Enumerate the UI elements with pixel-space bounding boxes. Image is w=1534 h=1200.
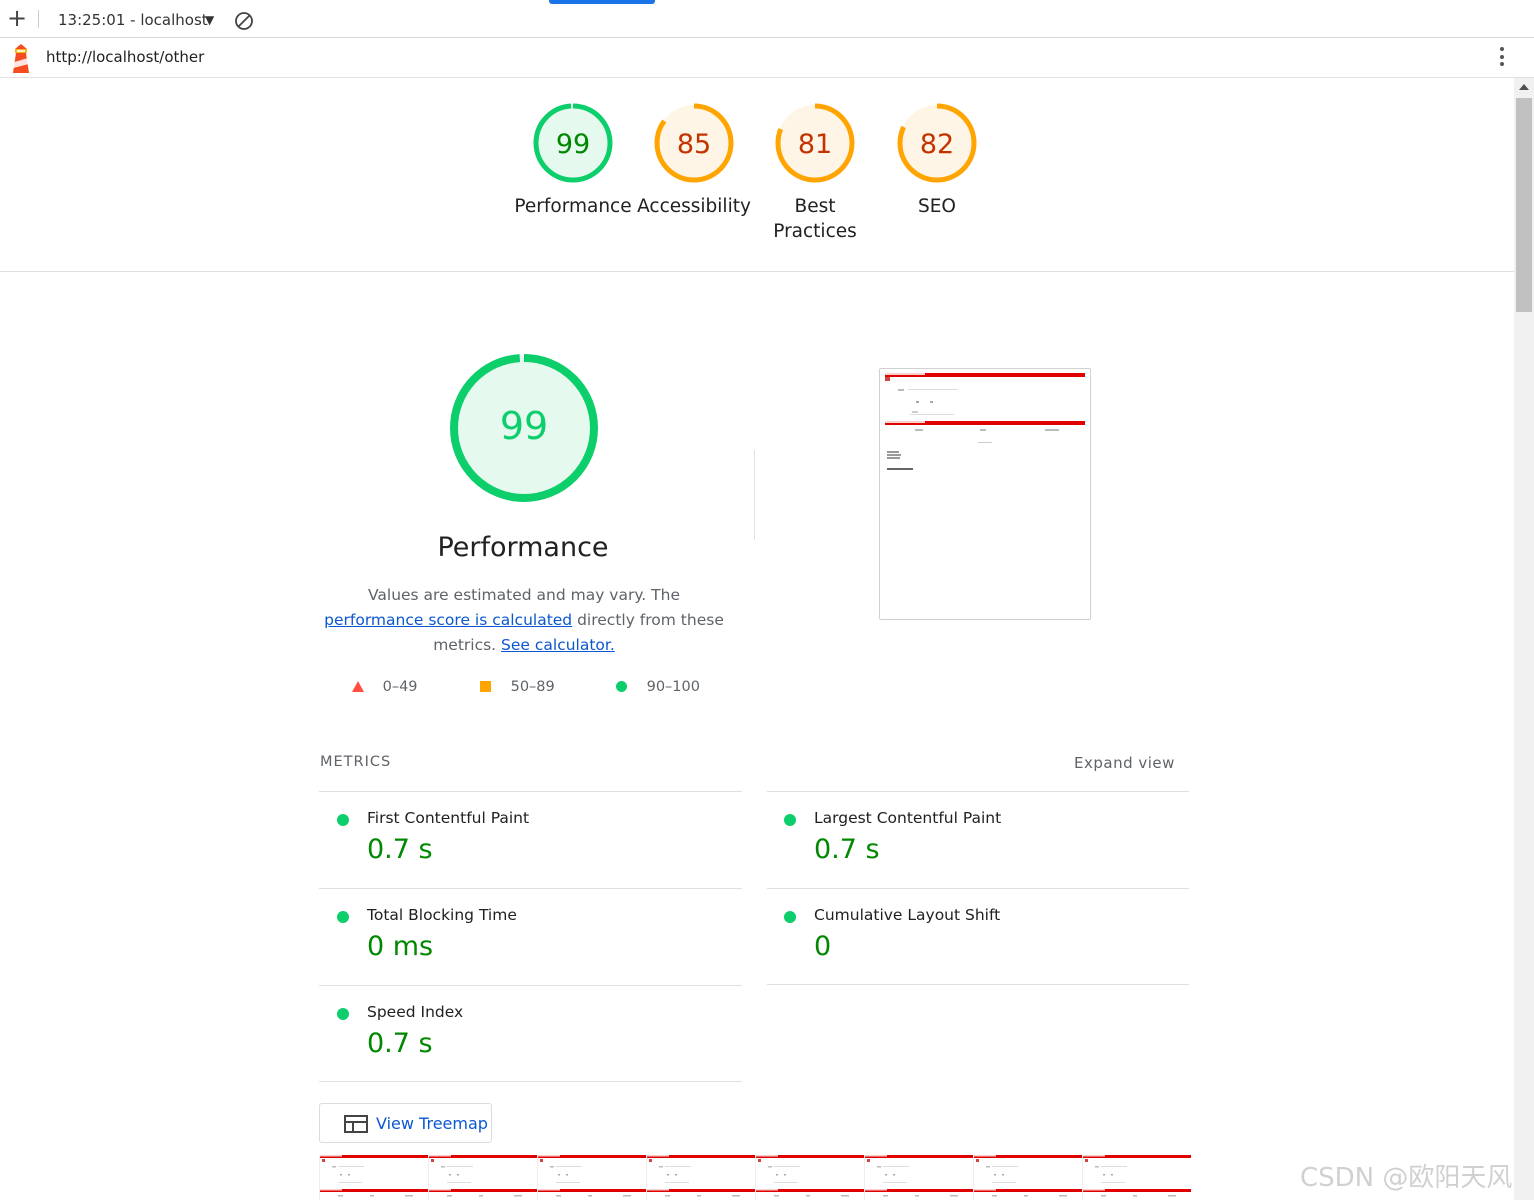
- gauge-seo-ring: 82: [897, 103, 977, 183]
- gauge-accessibility-ring: 85: [654, 103, 734, 183]
- devtools-toolbar: + 13:25:01 - localhost ▼: [0, 0, 1534, 38]
- gauge-score: 81: [798, 129, 832, 160]
- filmstrip-frame: [1082, 1155, 1191, 1200]
- vertical-divider: [754, 450, 755, 540]
- lighthouse-logo-icon: [10, 43, 32, 77]
- gauge-accessibility[interactable]: 85 Accessibility: [634, 102, 754, 219]
- gauge-label: Accessibility: [637, 196, 751, 217]
- filmstrip-frame: [646, 1155, 755, 1200]
- expand-view-toggle[interactable]: Expand view: [1074, 754, 1175, 772]
- performance-gauge-large: 99: [447, 351, 601, 509]
- pass-dot-icon: [784, 814, 796, 826]
- gauge-performance-ring: 99: [533, 103, 613, 183]
- legend-range: 50–89: [510, 679, 555, 695]
- report-url: http://localhost/other: [46, 48, 205, 66]
- desc-text: Values are estimated and may vary. The: [367, 586, 680, 604]
- metric-value: 0.7 s: [367, 834, 433, 865]
- pass-dot-icon: [337, 814, 349, 826]
- gauge-performance[interactable]: 99 Performance: [513, 102, 633, 219]
- view-treemap-label: View Treemap: [376, 1114, 488, 1133]
- gauge-best-practices[interactable]: 81 Best Practices: [755, 102, 875, 244]
- calculator-link[interactable]: See calculator.: [501, 636, 615, 654]
- filmstrip-frame: [755, 1155, 864, 1200]
- treemap-icon: [344, 1115, 368, 1137]
- metric-total-blocking-time: Total Blocking Time 0 ms: [319, 889, 743, 985]
- metric-value: 0 ms: [367, 931, 434, 962]
- gauge-label-line1: Best: [794, 196, 836, 217]
- legend-range: 90–100: [646, 679, 700, 695]
- final-screenshot[interactable]: [879, 368, 1091, 620]
- metric-name: Speed Index: [367, 1003, 464, 1021]
- gauge-score: 82: [920, 129, 954, 160]
- gauge-best-practices-ring: 81: [775, 103, 855, 183]
- add-icon[interactable]: +: [7, 6, 27, 30]
- clear-icon[interactable]: [234, 11, 254, 35]
- filmstrip-frame: [973, 1155, 1082, 1200]
- chevron-down-icon[interactable]: ▼: [205, 13, 214, 27]
- metric-name: Total Blocking Time: [367, 906, 517, 924]
- url-bar: http://localhost/other: [0, 38, 1534, 78]
- metric-name: Largest Contentful Paint: [814, 809, 1002, 827]
- scroll-up-arrow-icon[interactable]: [1519, 84, 1529, 90]
- gauge-label-line2: Practices: [773, 221, 857, 242]
- gauge-label: SEO: [918, 196, 956, 217]
- legend-pass: 90–100: [616, 679, 700, 695]
- metrics-divider: [767, 984, 1189, 985]
- performance-score: 99: [500, 404, 548, 448]
- score-calculation-link[interactable]: performance score is calculated: [324, 611, 572, 629]
- metric-speed-index: Speed Index 0.7 s: [319, 986, 743, 1082]
- legend-fail: 0–49: [352, 679, 418, 695]
- gauge-score: 85: [677, 129, 711, 160]
- metric-value: 0: [814, 931, 832, 962]
- metric-largest-contentful-paint: Largest Contentful Paint 0.7 s: [766, 792, 1190, 888]
- filmstrip-frame: [319, 1155, 428, 1200]
- circle-icon: [616, 681, 627, 692]
- performance-title: Performance: [437, 532, 609, 563]
- pass-dot-icon: [784, 911, 796, 923]
- gauge-label: Best Practices: [755, 194, 875, 244]
- gauges-divider: [0, 271, 1514, 272]
- metric-cumulative-layout-shift: Cumulative Layout Shift 0: [766, 889, 1190, 985]
- performance-description: Values are estimated and may vary. The p…: [324, 583, 724, 658]
- filmstrip-frame: [537, 1155, 646, 1200]
- filmstrip-frame: [864, 1155, 973, 1200]
- metrics-divider: [319, 1081, 742, 1082]
- scrollbar-thumb[interactable]: [1516, 98, 1532, 312]
- metrics-heading: METRICS: [320, 754, 392, 770]
- view-treemap-button[interactable]: View Treemap: [319, 1103, 492, 1143]
- filmstrip-frame: [428, 1155, 537, 1200]
- gauge-label: Performance: [514, 196, 632, 217]
- more-vert-icon[interactable]: [1495, 47, 1509, 70]
- square-icon: [480, 681, 491, 692]
- legend-range: 0–49: [382, 679, 418, 695]
- pass-dot-icon: [337, 911, 349, 923]
- report-select[interactable]: 13:25:01 - localhost: [58, 11, 208, 29]
- metric-first-contentful-paint: First Contentful Paint 0.7 s: [319, 792, 743, 888]
- metric-name: Cumulative Layout Shift: [814, 906, 1001, 924]
- metric-value: 0.7 s: [814, 834, 880, 865]
- legend-average: 50–89: [480, 679, 555, 695]
- triangle-icon: [352, 681, 364, 692]
- pass-dot-icon: [337, 1008, 349, 1020]
- metric-value: 0.7 s: [367, 1028, 433, 1059]
- metric-name: First Contentful Paint: [367, 809, 530, 827]
- toolbar-separator: [38, 10, 39, 28]
- active-tab-indicator: [549, 0, 655, 4]
- gauge-seo[interactable]: 82 SEO: [877, 102, 997, 219]
- watermark: CSDN @欧阳天风: [1300, 1163, 1513, 1193]
- gauge-score: 99: [556, 129, 590, 160]
